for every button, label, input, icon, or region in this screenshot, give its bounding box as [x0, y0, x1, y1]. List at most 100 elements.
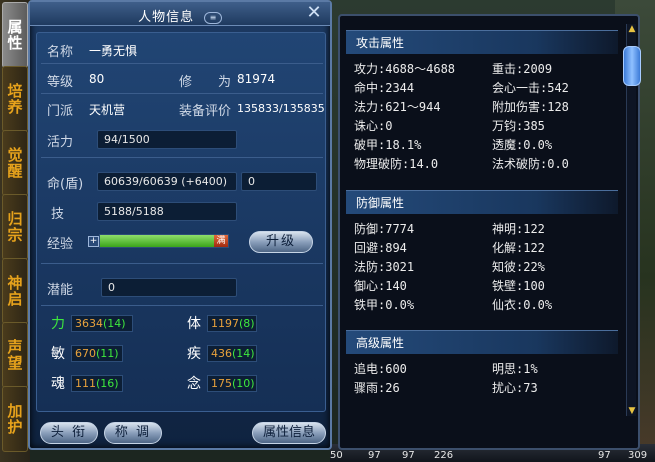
level-label: 等级	[47, 75, 74, 90]
defense-stat: 知彼:22%	[492, 260, 545, 274]
attr-body-label: 体	[187, 316, 201, 332]
skillbar-count: 97	[368, 450, 381, 461]
skillbar-count: 309	[628, 450, 648, 461]
scroll-thumb[interactable]	[623, 46, 641, 86]
name-value: 一勇无惧	[89, 44, 138, 58]
attack-stat: 重击:2009	[492, 62, 553, 76]
divider	[41, 157, 323, 158]
defense-stat: 回避:894	[354, 241, 407, 255]
attack-stat: 攻力:4688～4688	[354, 62, 456, 76]
attr-speed-value: 436(14)	[207, 345, 257, 362]
defense-stat: 神明:122	[492, 222, 545, 236]
attack-stat: 会心一击:542	[492, 81, 569, 95]
advanced-stat: 明思:1%	[492, 362, 538, 376]
close-button[interactable]: ✕	[304, 4, 324, 24]
attr-mind-label: 念	[187, 376, 201, 392]
advanced-stat: 骤雨:26	[354, 381, 400, 395]
defense-stat: 铁甲:0.0%	[354, 298, 415, 312]
attack-stat: 诛心:0	[354, 119, 393, 133]
sect-value: 天机营	[89, 103, 126, 117]
divider	[41, 63, 323, 64]
call-button[interactable]: 称 调	[104, 422, 162, 444]
attr-agility-label: 敏	[51, 346, 65, 362]
exp-label: 经验	[47, 237, 74, 252]
attack-section-header: 攻击属性	[346, 30, 618, 54]
attr-strength-value: 3634(14)	[71, 315, 133, 332]
skillbar-count: 50	[330, 450, 343, 461]
game-screen: 50 97 97 226 97 309 属性 培养 觉醒 归宗 神启 声望 加护…	[0, 0, 655, 462]
window-title: 人物信息	[138, 10, 195, 25]
vitality-field: 94/1500	[97, 130, 237, 149]
skill-field: 5188/5188	[97, 202, 237, 221]
attack-stat: 万钧:385	[492, 119, 545, 133]
hp-label: 命(盾)	[47, 177, 84, 192]
name-label: 名称	[47, 45, 74, 60]
attribute-info-button[interactable]: 属性信息	[252, 422, 326, 444]
shield-field: 0	[241, 172, 317, 191]
attr-body-value: 1197(8)	[207, 315, 257, 332]
attr-soul-label: 魂	[51, 376, 65, 392]
cultivation-value: 81974	[237, 72, 276, 86]
tab-blessing[interactable]: 加护	[2, 386, 28, 452]
attr-soul-value: 111(16)	[71, 375, 123, 392]
divider	[41, 263, 323, 264]
exp-progress-bar: 满	[99, 234, 229, 248]
tab-divine[interactable]: 神启	[2, 258, 28, 324]
attack-stat: 命中:2344	[354, 81, 415, 95]
tab-training[interactable]: 培养	[2, 66, 28, 132]
attribute-details-panel: 攻击属性 攻力:4688～4688 重击:2009 命中:2344 会心一击:542 法…	[338, 14, 641, 450]
defense-stat: 仙衣:0.0%	[492, 298, 553, 312]
scrollbar[interactable]: ▲ ▼	[623, 24, 641, 416]
divider	[41, 305, 323, 306]
skillbar-count: 97	[402, 450, 415, 461]
upgrade-button[interactable]: 升级	[249, 231, 313, 253]
scroll-up-icon[interactable]: ▲	[627, 24, 637, 34]
scroll-down-icon[interactable]: ▼	[627, 406, 637, 416]
hp-field: 60639/60639 (+6400)	[97, 172, 237, 191]
attack-stat: 破甲:18.1%	[354, 138, 422, 152]
attack-stat: 透魔:0.0%	[492, 138, 553, 152]
defense-stat: 化解:122	[492, 241, 545, 255]
divider	[41, 93, 323, 94]
exp-plus-button[interactable]: +	[88, 236, 99, 247]
defense-section-header: 防御属性	[346, 190, 618, 214]
tab-awakening[interactable]: 觉醒	[2, 130, 28, 196]
character-stats-area: 名称 一勇无惧 等级 80 修 为 81974 门派 天机营 装备评价 1358…	[36, 32, 326, 412]
vitality-label: 活力	[47, 135, 74, 150]
cultivation-label: 修 为	[179, 75, 232, 90]
attr-mind-value: 175(10)	[207, 375, 257, 392]
rating-value: 135833/135835	[237, 102, 325, 115]
advanced-section-header: 高级属性	[346, 330, 618, 354]
level-value: 80	[89, 72, 105, 86]
skill-label: 技	[51, 207, 65, 222]
sect-label: 门派	[47, 104, 74, 119]
tab-attributes[interactable]: 属性	[2, 2, 28, 68]
side-tabs: 属性 培养 觉醒 归宗 神启 声望 加护	[0, 0, 30, 462]
skillbar-count: 226	[434, 450, 454, 461]
title-bar: 人物信息 ≡	[30, 2, 330, 26]
attack-stat: 法力:621～944	[354, 100, 441, 114]
character-info-panel: 人物信息 ≡ ✕ 名称 一勇无惧 等级 80 修 为 81974 门派 天机营 …	[28, 0, 332, 450]
tab-reputation[interactable]: 声望	[2, 322, 28, 388]
tab-return-sect[interactable]: 归宗	[2, 194, 28, 260]
list-toggle-icon[interactable]: ≡	[203, 11, 222, 24]
potential-label: 潜能	[47, 283, 74, 298]
attr-strength-label: 力	[51, 316, 65, 332]
potential-field: 0	[101, 278, 237, 297]
attack-stat: 法术破防:0.0	[492, 157, 569, 171]
defense-stat: 御心:140	[354, 279, 407, 293]
attack-stat: 物理破防:14.0	[354, 157, 439, 171]
title-button[interactable]: 头 衔	[40, 422, 98, 444]
skillbar-count: 97	[598, 450, 611, 461]
rating-label: 装备评价	[179, 104, 232, 119]
defense-stat: 法防:3021	[354, 260, 415, 274]
defense-stat: 防御:7774	[354, 222, 415, 236]
attr-agility-value: 670(11)	[71, 345, 123, 362]
exp-full-marker: 满	[214, 235, 228, 247]
defense-stat: 铁壁:100	[492, 279, 545, 293]
exp-progress-fill	[100, 235, 228, 247]
attr-speed-label: 疾	[187, 346, 201, 362]
attack-stat: 附加伤害:128	[492, 100, 569, 114]
advanced-stat: 追电:600	[354, 362, 407, 376]
advanced-stat: 扰心:73	[492, 381, 538, 395]
